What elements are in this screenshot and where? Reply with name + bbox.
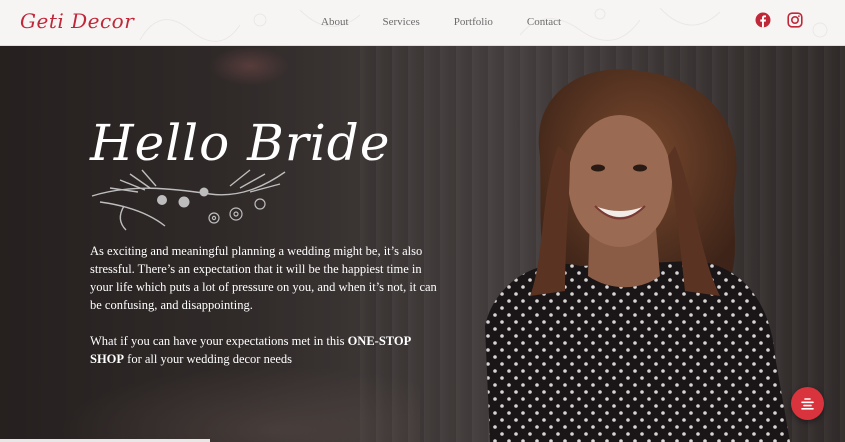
nav-link-contact[interactable]: Contact (527, 16, 561, 28)
pitch-paragraph: What if you can have your expectations m… (90, 332, 440, 368)
site-header: Geti Decor About Services Portfolio Cont… (0, 0, 845, 46)
social-links (755, 12, 803, 28)
pitch-text-end: for all your wedding decor needs (124, 352, 293, 366)
floral-divider-icon (91, 169, 286, 231)
pitch-text-start: What if you can have your expectations m… (90, 334, 348, 348)
bride-portrait-image (485, 69, 790, 442)
nav-link-portfolio[interactable]: Portfolio (454, 16, 493, 28)
menu-lines-icon (801, 398, 814, 410)
facebook-icon[interactable] (755, 12, 771, 28)
floating-menu-button[interactable] (791, 387, 824, 420)
instagram-icon[interactable] (787, 12, 803, 28)
main-nav: About Services Portfolio Contact (321, 16, 595, 28)
hero-headline: Hello Bride (90, 114, 391, 172)
nav-link-services[interactable]: Services (383, 16, 420, 28)
hero-section: Hello Bride As exciting and meaningful p… (0, 46, 845, 442)
site-logo[interactable]: Geti Decor (20, 9, 134, 33)
intro-paragraph: As exciting and meaningful planning a we… (90, 244, 437, 312)
nav-link-about[interactable]: About (321, 16, 349, 28)
